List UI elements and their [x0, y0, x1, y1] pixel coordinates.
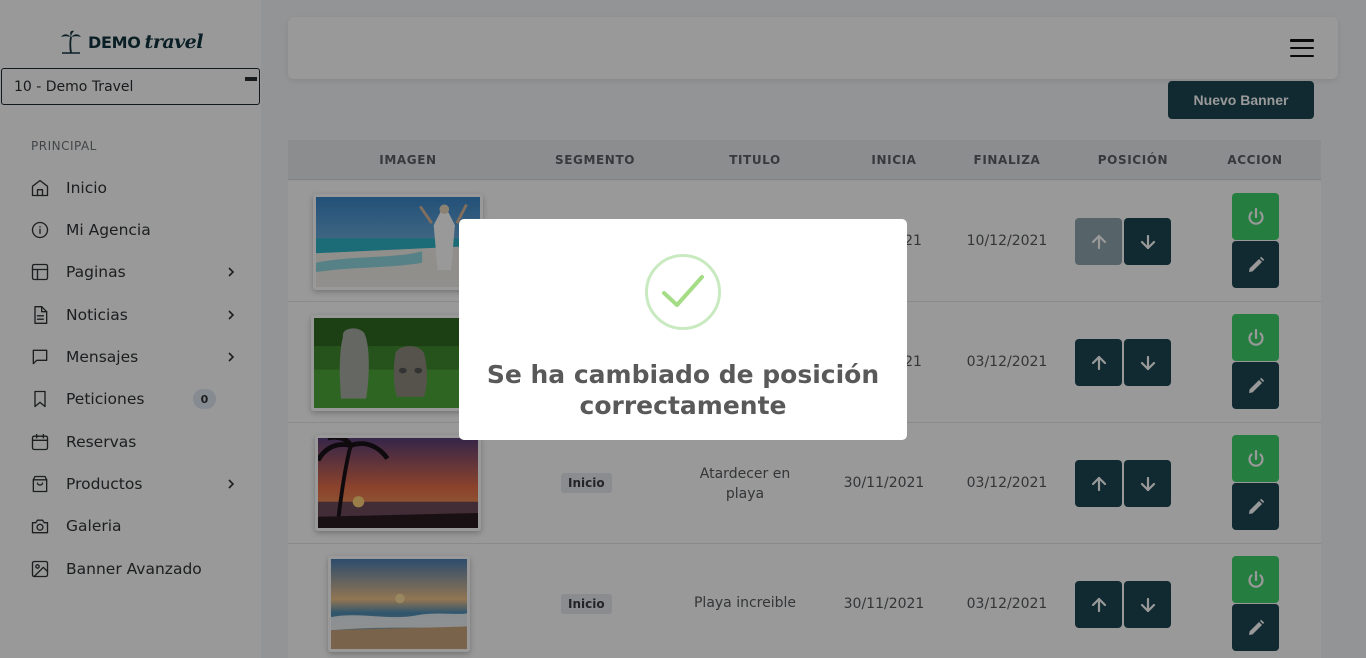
success-check-icon: [645, 254, 721, 330]
modal-message: Se ha cambiado de posición correctamente: [486, 360, 880, 420]
success-modal: Se ha cambiado de posición correctamente: [459, 219, 907, 440]
